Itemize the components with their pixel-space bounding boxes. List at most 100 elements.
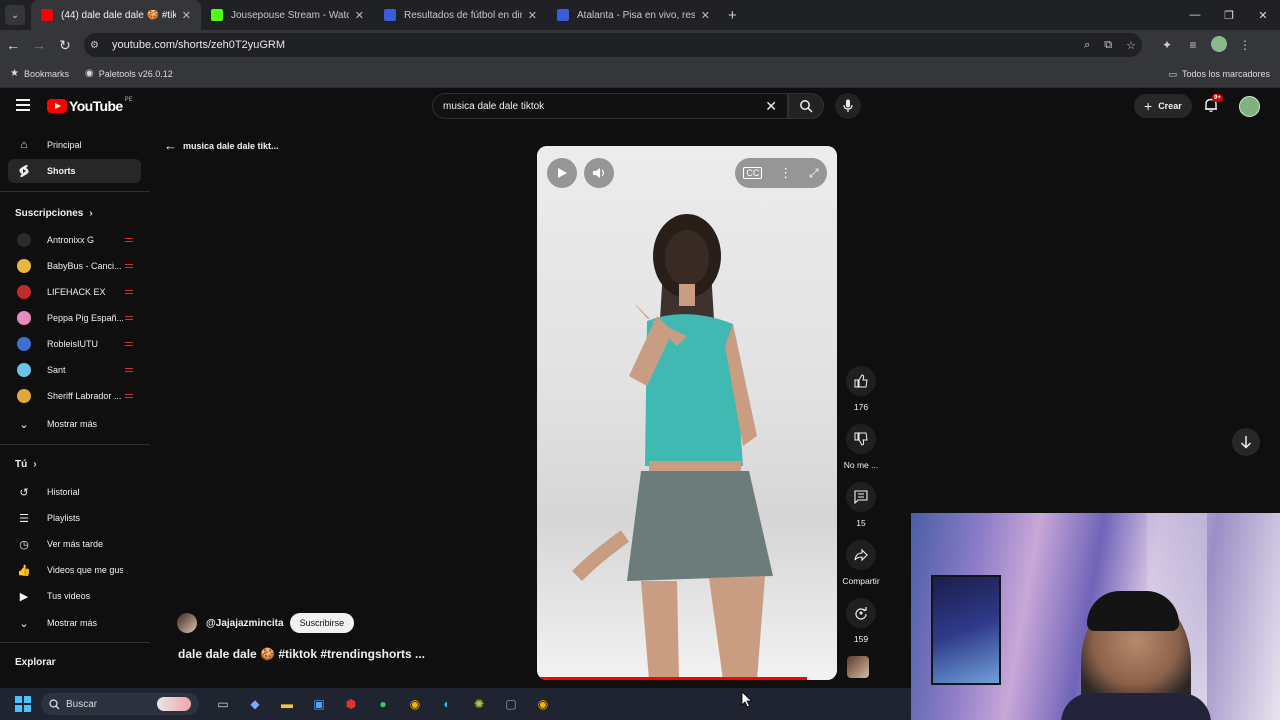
channel-avatar: [17, 389, 31, 403]
antivirus-icon[interactable]: ⬢: [339, 692, 363, 716]
browser-tab[interactable]: Jousepouse Stream - Watch Liv ✕: [201, 0, 374, 30]
bookmark-bookmarks[interactable]: ★ Bookmarks: [10, 68, 69, 79]
sidebar-you-item[interactable]: ☰ Playlists: [8, 506, 141, 530]
fullscreen-icon[interactable]: ⤢: [809, 166, 819, 181]
sidebar-subscription-item[interactable]: Sant: [8, 358, 141, 382]
like-action[interactable]: 176: [840, 366, 882, 412]
windows-taskbar: Buscar ▭ ◆ ▬ ▣ ⬢ ● ◉ ◐ ✺ ▢ ◉: [0, 688, 911, 720]
chrome-icon[interactable]: ◉: [403, 692, 427, 716]
edge-icon[interactable]: ◐: [435, 692, 459, 716]
youtube-logo[interactable]: YouTube PE: [47, 97, 133, 114]
chrome-active-icon[interactable]: ◉: [531, 692, 555, 716]
channel-avatar[interactable]: [177, 613, 197, 633]
sound-thumbnail[interactable]: [847, 656, 869, 678]
tab-close-icon[interactable]: ✕: [528, 9, 537, 22]
sidebar-you-item[interactable]: 👍 Videos que me gus...: [8, 558, 141, 582]
copilot-icon[interactable]: ◆: [243, 692, 267, 716]
sidebar-you-item[interactable]: ↺ Historial: [8, 480, 141, 504]
player-controls-group: CC ⋮ ⤢: [735, 158, 827, 188]
back-button[interactable]: ←: [0, 30, 26, 60]
volume-button[interactable]: [584, 158, 614, 188]
search-input[interactable]: musica dale dale tiktok ✕: [432, 93, 788, 119]
bookmark-star-icon[interactable]: ☆: [1126, 39, 1136, 52]
next-short-button[interactable]: [1232, 428, 1260, 456]
webcam-wall-poster: [931, 575, 1001, 685]
extensions-icon[interactable]: ✦: [1154, 38, 1180, 52]
forward-button[interactable]: →: [26, 30, 52, 60]
comments-action[interactable]: 15: [840, 482, 882, 528]
omnibox[interactable]: ⚙ youtube.com/shorts/zeh0T2yuGRM ⌕ ⧉ ☆: [84, 33, 1142, 57]
sidebar-subscription-item[interactable]: BabyBus - Canci...: [8, 254, 141, 278]
back-to-search[interactable]: ← musica dale dale tikt...: [164, 138, 279, 153]
url-text[interactable]: youtube.com/shorts/zeh0T2yuGRM: [112, 39, 1070, 51]
taskbar-search[interactable]: Buscar: [41, 693, 199, 715]
browser-tab[interactable]: (44) dale dale dale 🍪 #tiktok # ✕: [31, 0, 201, 30]
windows-start-icon[interactable]: [15, 696, 31, 712]
thumb-down-icon[interactable]: [846, 424, 876, 454]
bookmark-paletools[interactable]: ◉ Paletools v26.0.12: [85, 68, 173, 79]
sidebar-subscription-item[interactable]: RobleisIUTU: [8, 332, 141, 356]
sidebar-subscription-item[interactable]: Sheriff Labrador ...: [8, 384, 141, 408]
comment-icon[interactable]: [846, 482, 876, 512]
remix-action[interactable]: 159: [840, 598, 882, 644]
create-button[interactable]: + Crear: [1134, 94, 1192, 118]
you-item-label: Tus videos: [47, 591, 91, 601]
media-controls-icon[interactable]: ≡: [1180, 38, 1206, 52]
video-progress-bar[interactable]: [537, 677, 807, 680]
store-icon[interactable]: ▣: [307, 692, 331, 716]
remix-icon[interactable]: [846, 598, 876, 628]
browser-tab[interactable]: Atalanta - Pisa en vivo, resultad ✕: [547, 0, 720, 30]
share-action[interactable]: Compartir: [840, 540, 882, 586]
captions-icon[interactable]: CC: [743, 167, 763, 179]
channel-handle[interactable]: @Jajajazmincita: [206, 618, 284, 629]
account-avatar[interactable]: [1239, 96, 1260, 117]
settings-icon[interactable]: ✺: [467, 692, 491, 716]
menu-icon[interactable]: [16, 99, 30, 111]
sidebar-subscription-item[interactable]: LIFEHACK EX: [8, 280, 141, 304]
tab-close-icon[interactable]: ✕: [182, 9, 191, 22]
site-info-icon[interactable]: ⚙: [90, 40, 104, 51]
share-icon[interactable]: [846, 540, 876, 570]
camera-icon[interactable]: ▢: [499, 692, 523, 716]
tab-close-icon[interactable]: ✕: [701, 9, 710, 22]
all-bookmarks-button[interactable]: ▭ Todos los marcadores: [1168, 60, 1270, 88]
chrome-menu-icon[interactable]: ⋮: [1232, 38, 1258, 52]
minimize-button[interactable]: —: [1178, 0, 1212, 30]
sidebar-item-shorts[interactable]: Shorts: [8, 159, 141, 183]
tab-search-button[interactable]: ⌄: [5, 5, 25, 25]
folder-icon[interactable]: ▬: [275, 692, 299, 716]
voice-search-button[interactable]: [835, 93, 861, 119]
tab-close-icon[interactable]: ✕: [355, 9, 364, 22]
sidebar-you-item[interactable]: ◷ Ver más tarde: [8, 532, 141, 556]
install-app-icon[interactable]: ⧉: [1104, 39, 1112, 52]
notifications-button[interactable]: 9+: [1203, 94, 1223, 115]
new-tab-button[interactable]: +: [728, 7, 737, 24]
sidebar-subscription-item[interactable]: Antronixx G: [8, 228, 141, 252]
sidebar-item-home[interactable]: ⌂ Principal: [8, 133, 141, 157]
show-more-subscriptions[interactable]: ⌄ Mostrar más: [8, 412, 141, 436]
subscribe-button[interactable]: Suscribirse: [289, 613, 355, 633]
sidebar-you-item[interactable]: ▶ Tus videos: [8, 584, 141, 608]
shorts-video-player[interactable]: CC ⋮ ⤢: [537, 146, 837, 680]
play-button[interactable]: [547, 158, 577, 188]
channel-avatar: [17, 259, 31, 273]
more-vert-icon[interactable]: ⋮: [779, 165, 792, 181]
search-query[interactable]: musica dale dale tiktok: [443, 101, 765, 112]
browser-tab[interactable]: Resultados de fútbol en directo ✕: [374, 0, 547, 30]
profile-avatar[interactable]: [1206, 35, 1232, 55]
thumb-up-icon[interactable]: [846, 366, 876, 396]
close-window-button[interactable]: ✕: [1246, 0, 1280, 30]
maximize-button[interactable]: ❐: [1212, 0, 1246, 30]
reload-button[interactable]: ↻: [52, 30, 78, 60]
short-title[interactable]: dale dale dale 🍪 #tiktok #trendingshorts…: [178, 647, 425, 661]
you-heading[interactable]: Tú ›: [15, 459, 37, 470]
zoom-icon[interactable]: ⌕: [1084, 39, 1090, 52]
subscriptions-heading[interactable]: Suscripciones ›: [15, 208, 93, 219]
search-button[interactable]: [788, 93, 824, 119]
dislike-action[interactable]: No me ...: [840, 424, 882, 470]
sidebar-subscription-item[interactable]: Peppa Pig Españ...: [8, 306, 141, 330]
whatsapp-icon[interactable]: ●: [371, 692, 395, 716]
task-view-icon[interactable]: ▭: [211, 692, 235, 716]
show-more-you[interactable]: ⌄ Mostrar más: [8, 611, 141, 635]
clear-search-icon[interactable]: ✕: [765, 98, 777, 115]
